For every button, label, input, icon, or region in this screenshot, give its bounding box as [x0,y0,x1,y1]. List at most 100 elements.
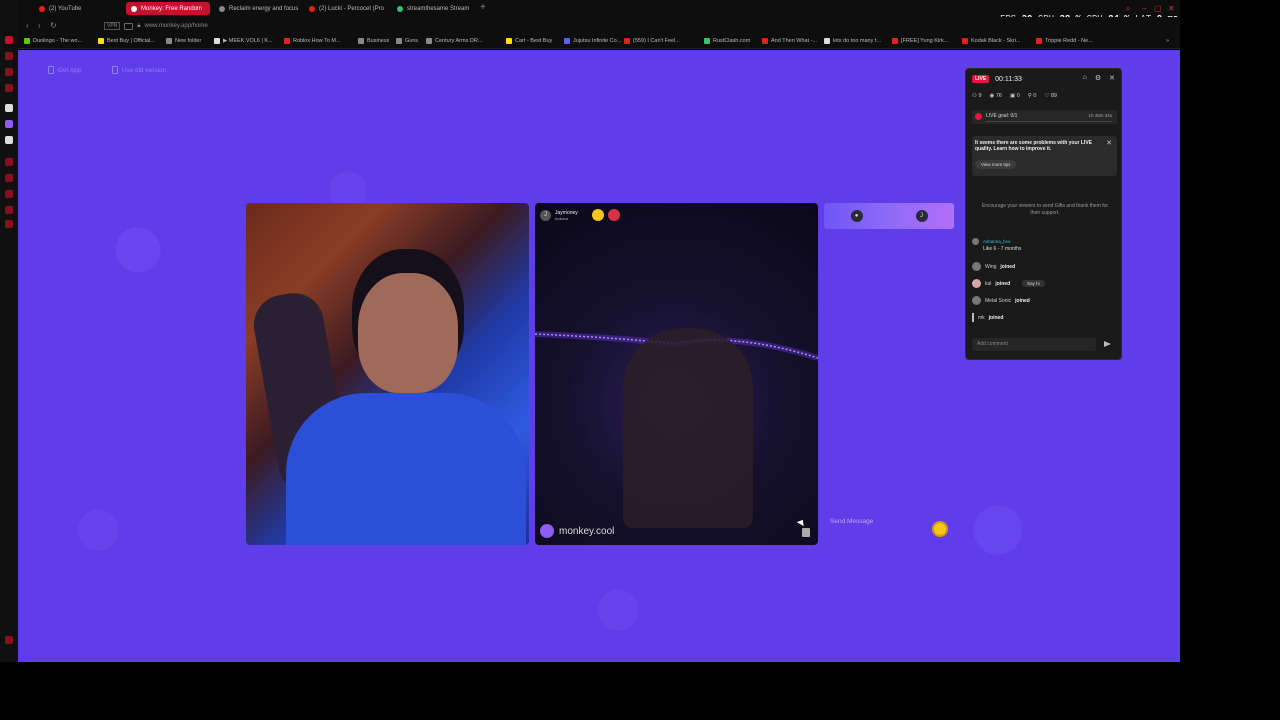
bookmark-icon [824,38,830,44]
bookmark-label: Best Buy | Official... [107,38,155,44]
bookmark-label: Trippie Redd - Ne... [1045,38,1093,44]
bookmark-label: [FREE] Yung Kirk... [901,38,949,44]
bookmark-item[interactable]: Duolingo - The wo... [24,38,82,44]
url-text[interactable]: www.monkey.app/home [144,23,207,29]
forward-icon[interactable]: › [38,21,41,30]
bookmark-item[interactable]: Cart - Best Buy [506,38,552,44]
close-icon[interactable]: ✕ [1109,74,1115,82]
sidebar-app-icon[interactable] [5,84,13,92]
stat-gifts: ▣ 0 [1009,93,1020,99]
maximize-icon[interactable]: ▢ [1154,4,1162,13]
live-feed: Ashanna_bco Like 6 - 7 months Wing joine… [972,238,1117,326]
bookmark-item[interactable]: Kodak Black - Skri... [962,38,1021,44]
goal-time: 1h 48m 34s [1088,113,1112,118]
feed-user[interactable]: Ashanna_bco [983,239,1011,244]
goal-progress [986,121,1112,122]
bookmark-item[interactable]: Trippie Redd - Ne... [1036,38,1093,44]
list-item: Ashanna_bco Like 6 - 7 months [972,238,1117,258]
avatar[interactable]: J [915,210,928,222]
send-icon[interactable] [1104,341,1111,347]
stranger-info[interactable]: J Jaymoney Indiana [540,209,620,221]
bookmark-label: And Then What -... [771,38,818,44]
stat-shares: ⚲ 0 [1027,93,1037,99]
vpn-badge[interactable]: VPN [104,22,121,30]
top-nav: Get App Use old version [48,66,166,74]
x-icon[interactable] [5,136,13,144]
avatar [972,296,981,305]
bookmark-item[interactable]: Business [358,38,389,44]
gift-button[interactable] [932,521,948,537]
tab[interactable]: (2) YouTube [34,2,122,15]
stat-likes: ♡ 89 [1044,93,1057,99]
tab-active[interactable]: Monkey: Free Random [126,2,210,15]
feed-text: Like 6 - 7 months [983,246,1022,252]
opera-icon[interactable] [5,36,13,44]
new-tab-button[interactable]: + [480,2,486,13]
bookmark-item[interactable]: Jujutsu Infinite Co... [564,38,621,44]
user-avatar-icon[interactable]: ● [850,210,863,222]
old-version-link[interactable]: Use old version [111,66,166,74]
sidebar-app-icon[interactable] [5,104,13,112]
youtube-icon [309,5,315,12]
feed-user[interactable]: Metal Sonic [985,298,1011,304]
bookmark-item[interactable]: Roblox How To M... [284,38,341,44]
sidebar-app-icon[interactable] [5,68,13,76]
lock-icon[interactable]: ⌂ [1083,74,1087,82]
youtube-icon [39,5,45,12]
bookmark-icon [214,38,220,44]
chat-panel: ● J Send Message [824,203,954,545]
tab-label: (2) Lucki - Percocet (Pro [319,5,385,12]
search-tabs-icon[interactable]: ⌕ [1126,4,1130,14]
feed-joined: joined [995,280,1011,287]
bookmark-item[interactable]: (559) I Can't Feel... [624,38,680,44]
bookmark-icon [1036,38,1042,44]
back-icon[interactable]: ‹ [26,21,29,30]
sidebar-app-icon[interactable] [5,220,13,228]
close-window-icon[interactable]: ✕ [1168,4,1175,13]
more-bookmarks-icon[interactable]: » [1166,38,1169,44]
feed-user[interactable]: mk [978,315,985,321]
screenshot-icon[interactable] [124,22,134,30]
bookmark-icon [358,38,364,44]
list-item: Wing joined [972,258,1117,275]
bookmark-item[interactable]: lets do too many t... [824,38,881,44]
feed-user[interactable]: kal [985,281,991,287]
report-icon[interactable] [802,528,810,537]
bookmark-item[interactable]: Century Arms DR... [426,38,482,44]
sidebar-app-icon[interactable] [5,158,13,166]
sidebar-app-icon[interactable] [5,174,13,182]
bookmark-item[interactable]: And Then What -... [762,38,817,44]
report-badge-icon[interactable] [607,209,620,221]
view-tips-button[interactable]: View more tips [975,160,1017,169]
emoji-badge-icon[interactable] [591,209,604,221]
send-message-input[interactable]: Send Message [830,518,873,525]
minimize-icon[interactable]: – [1142,4,1146,13]
tab[interactable]: (2) Lucki - Percocet (Pro [304,2,392,15]
settings-icon[interactable]: ⚙ [1095,74,1101,82]
reload-icon[interactable]: ↻ [50,21,57,30]
bookmark-item[interactable]: New folder [166,38,201,44]
bookmark-item[interactable]: ▶ MEEK.VOL6 | K... [214,38,273,44]
feed-joined: joined [988,314,1004,321]
bookmark-item[interactable]: Guns [396,38,418,44]
bookmark-item[interactable]: Best Buy | Official... [98,38,155,44]
sidebar-app-icon[interactable] [5,52,13,60]
close-icon[interactable]: ✕ [1106,139,1112,147]
add-comment-input[interactable]: Add comment [972,338,1096,351]
sidebar-app-icon[interactable] [5,206,13,214]
say-hi-button[interactable]: Say hi [1022,280,1045,287]
sidebar-app-icon[interactable] [5,190,13,198]
tab[interactable]: streamthesame Stream [392,2,476,15]
twitch-icon[interactable] [5,120,13,128]
avatar [972,238,979,245]
bookmark-item[interactable]: RustClash.com [704,38,750,44]
settings-icon[interactable] [5,636,13,644]
url-field[interactable]: VPN 🔒︎ www.monkey.app/home [104,20,1004,32]
live-goal[interactable]: LIVE goal: 0/1 1h 48m 34s [972,110,1117,124]
bookmark-label: Roblox How To M... [293,38,341,44]
get-app-link[interactable]: Get App [48,66,82,74]
bookmark-item[interactable]: [FREE] Yung Kirk... [892,38,948,44]
feed-user[interactable]: Wing [985,264,996,270]
bookmark-label: Century Arms DR... [435,38,483,44]
tab[interactable]: Reclaim energy and focus [214,2,302,15]
